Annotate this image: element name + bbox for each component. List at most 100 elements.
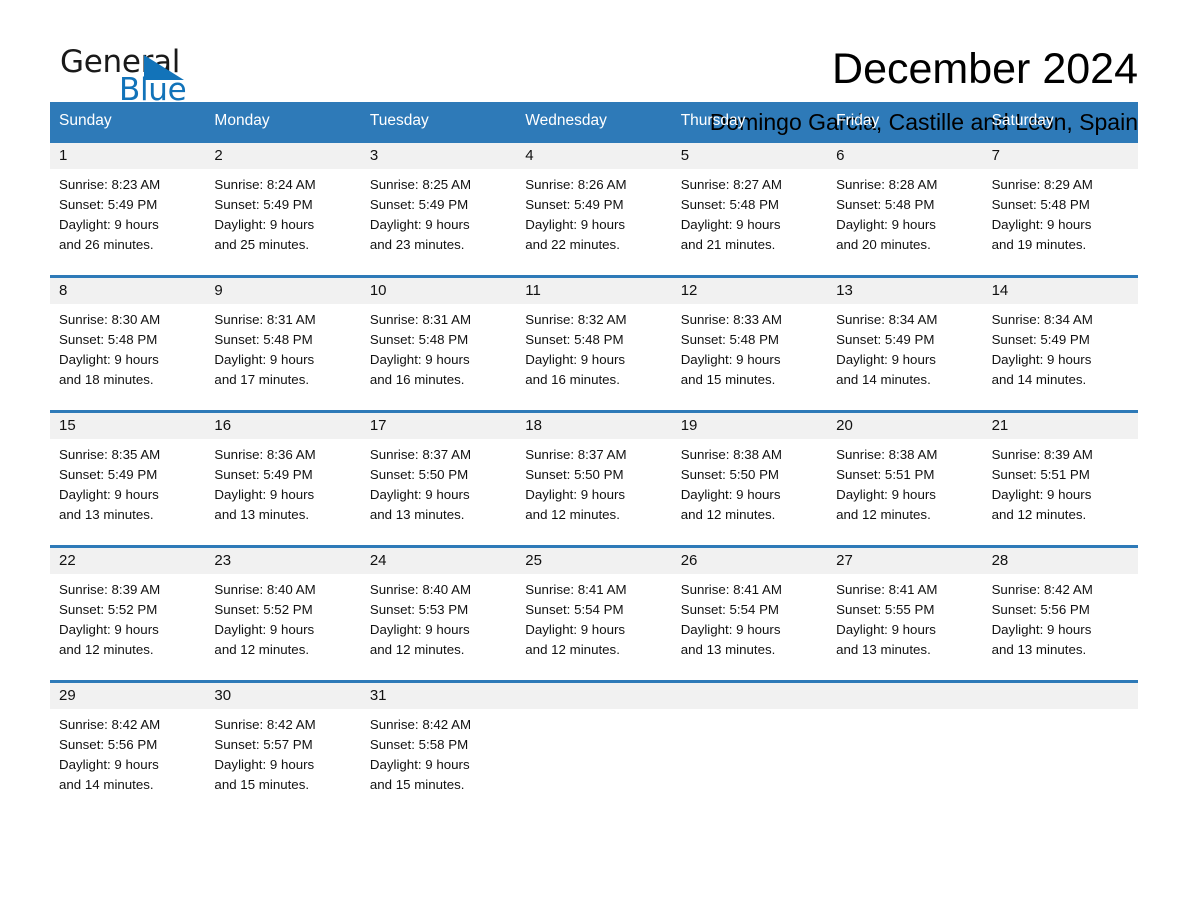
day-sunset-text: Sunset: 5:51 PM	[991, 467, 1090, 483]
day-sunrise-text: Sunrise: 8:27 AM	[680, 177, 782, 192]
day-details: Sunrise: 8:31 AM Sunset: 5:48 PM Daylight:…	[361, 304, 516, 390]
day-number: 1	[50, 143, 206, 169]
day-details: Sunrise: 8:25 AM Sunset: 5:49 PM Daylight:…	[361, 169, 516, 255]
day-cell[interactable]: 7 Sunrise: 8:29 AM Sunset: 5:48 PM Daylight…	[982, 143, 1138, 275]
day-sunset-text: Sunset: 5:58 PM	[369, 737, 469, 753]
day-daylight-line1-text: Daylight: 9 hours	[525, 352, 626, 368]
day-cell[interactable]: 12 Sunrise: 8:33 AM Sunset: 5:48 PM Dayligh…	[671, 278, 828, 410]
day-number: 26	[671, 548, 828, 574]
day-details: Sunrise: 8:23 AM Sunset: 5:49 PM Daylight:…	[50, 169, 205, 255]
day-number: 11	[516, 278, 672, 304]
day-cell[interactable]: 11 Sunrise: 8:32 AM Sunset: 5:48 PM Dayligh…	[516, 278, 672, 410]
day-daylight-line1-text: Daylight: 9 hours	[59, 622, 159, 638]
day-details: Sunrise: 8:35 AM Sunset: 5:49 PM Daylight:…	[50, 439, 205, 525]
day-sunrise-text: Sunrise: 8:34 AM	[991, 312, 1093, 327]
day-details: Sunrise: 8:39 AM Sunset: 5:52 PM Daylight:…	[50, 574, 205, 660]
day-number: 4	[516, 143, 672, 169]
day-sunrise-text: Sunrise: 8:25 AM	[369, 177, 472, 192]
day-cell[interactable]: 10 Sunrise: 8:31 AM Sunset: 5:48 PM Dayligh…	[360, 278, 517, 410]
day-cell[interactable]: 17 Sunrise: 8:37 AM Sunset: 5:50 PM Dayligh…	[360, 413, 517, 545]
day-cell[interactable]: 27 Sunrise: 8:41 AM Sunset: 5:55 PM Dayligh…	[827, 548, 983, 680]
day-cell[interactable]: 8 Sunrise: 8:30 AM Sunset: 5:48 PM Daylight…	[50, 278, 206, 410]
day-cell[interactable]: 26 Sunrise: 8:41 AM Sunset: 5:54 PM Dayligh…	[671, 548, 828, 680]
day-daylight-line2-text: and 17 minutes.	[214, 372, 310, 388]
week-row: 8 Sunrise: 8:30 AM Sunset: 5:48 PM Daylight…	[50, 275, 1138, 410]
day-cell[interactable]: 25 Sunrise: 8:41 AM Sunset: 5:54 PM Dayligh…	[516, 548, 672, 680]
day-cell[interactable]: 29 Sunrise: 8:42 AM Sunset: 5:56 PM Dayligh…	[50, 683, 206, 815]
day-sunset-text: Sunset: 5:48 PM	[836, 197, 935, 213]
day-cell-empty	[827, 683, 983, 815]
day-daylight-line2-text: and 12 minutes.	[525, 642, 620, 658]
day-daylight-line1-text: Daylight: 9 hours	[836, 352, 936, 368]
day-cell[interactable]: 24 Sunrise: 8:40 AM Sunset: 5:53 PM Dayligh…	[360, 548, 517, 680]
day-cell[interactable]: 13 Sunrise: 8:34 AM Sunset: 5:49 PM Dayligh…	[827, 278, 983, 410]
day-details: Sunrise: 8:31 AM Sunset: 5:48 PM Daylight:…	[205, 304, 360, 390]
day-daylight-line2-text: and 18 minutes.	[59, 372, 154, 388]
day-cell[interactable]: 14 Sunrise: 8:34 AM Sunset: 5:49 PM Dayligh…	[982, 278, 1138, 410]
week-row: 22 Sunrise: 8:39 AM Sunset: 5:52 PM Dayligh…	[50, 545, 1138, 680]
day-cell-empty	[516, 683, 672, 815]
day-sunset-text: Sunset: 5:54 PM	[680, 602, 780, 618]
day-cell[interactable]: 21 Sunrise: 8:39 AM Sunset: 5:51 PM Dayligh…	[982, 413, 1138, 545]
day-daylight-line1-text: Daylight: 9 hours	[680, 352, 781, 368]
calendar-table: Sunday Monday Tuesday Wednesday Thursday Frid…	[50, 102, 1138, 815]
day-number: 21	[982, 413, 1138, 439]
day-cell[interactable]: 31 Sunrise: 8:42 AM Sunset: 5:58 PM Dayligh…	[360, 683, 517, 815]
day-daylight-line2-text: and 26 minutes.	[59, 237, 154, 253]
day-sunrise-text: Sunrise: 8:31 AM	[214, 312, 316, 327]
day-cell[interactable]: 19 Sunrise: 8:38 AM Sunset: 5:50 PM Dayligh…	[671, 413, 828, 545]
day-cell[interactable]: 2 Sunrise: 8:24 AM Sunset: 5:49 PM Daylight…	[205, 143, 361, 275]
day-daylight-line1-text: Daylight: 9 hours	[991, 622, 1092, 638]
day-cell[interactable]: 18 Sunrise: 8:37 AM Sunset: 5:50 PM Dayligh…	[516, 413, 672, 545]
day-sunrise-text: Sunrise: 8:24 AM	[214, 177, 316, 192]
day-sunset-text: Sunset: 5:53 PM	[369, 602, 469, 618]
general-blue-logo[interactable]: General Blue	[50, 44, 200, 112]
day-daylight-line1-text: Daylight: 9 hours	[836, 217, 936, 233]
day-sunrise-text: Sunrise: 8:42 AM	[369, 717, 472, 732]
day-number: 2	[205, 143, 361, 169]
day-number	[827, 683, 983, 709]
day-sunrise-text: Sunrise: 8:40 AM	[214, 582, 316, 597]
day-sunset-text: Sunset: 5:49 PM	[369, 197, 469, 213]
day-daylight-line2-text: and 14 minutes.	[59, 777, 154, 793]
day-cell[interactable]: 4 Sunrise: 8:26 AM Sunset: 5:49 PM Daylight…	[516, 143, 672, 275]
day-daylight-line2-text: and 15 minutes.	[369, 777, 465, 793]
day-daylight-line2-text: and 15 minutes.	[680, 372, 776, 388]
day-cell[interactable]: 20 Sunrise: 8:38 AM Sunset: 5:51 PM Dayligh…	[827, 413, 983, 545]
day-cell[interactable]: 3 Sunrise: 8:25 AM Sunset: 5:49 PM Daylight…	[360, 143, 517, 275]
day-cell[interactable]: 23 Sunrise: 8:40 AM Sunset: 5:52 PM Dayligh…	[205, 548, 361, 680]
day-number: 12	[671, 278, 828, 304]
day-cell[interactable]: 30 Sunrise: 8:42 AM Sunset: 5:57 PM Dayligh…	[205, 683, 361, 815]
day-details: Sunrise: 8:41 AM Sunset: 5:55 PM Daylight:…	[827, 574, 982, 660]
day-daylight-line2-text: and 16 minutes.	[525, 372, 620, 388]
day-details: Sunrise: 8:34 AM Sunset: 5:49 PM Daylight:…	[827, 304, 982, 390]
day-number: 29	[50, 683, 206, 709]
day-details: Sunrise: 8:27 AM Sunset: 5:48 PM Daylight:…	[672, 169, 827, 255]
day-daylight-line2-text: and 16 minutes.	[369, 372, 465, 388]
day-sunset-text: Sunset: 5:49 PM	[525, 197, 624, 213]
day-daylight-line1-text: Daylight: 9 hours	[214, 217, 315, 233]
day-daylight-line1-text: Daylight: 9 hours	[369, 487, 470, 503]
day-sunrise-text: Sunrise: 8:39 AM	[991, 447, 1093, 462]
day-daylight-line1-text: Daylight: 9 hours	[836, 622, 936, 638]
day-cell[interactable]: 28 Sunrise: 8:42 AM Sunset: 5:56 PM Dayligh…	[982, 548, 1138, 680]
day-cell[interactable]: 1 Sunrise: 8:23 AM Sunset: 5:49 PM Daylight…	[50, 143, 206, 275]
day-number: 31	[360, 683, 517, 709]
day-details: Sunrise: 8:33 AM Sunset: 5:48 PM Daylight:…	[672, 304, 827, 390]
day-daylight-line2-text: and 13 minutes.	[991, 642, 1087, 658]
day-sunrise-text: Sunrise: 8:26 AM	[525, 177, 627, 192]
day-daylight-line2-text: and 23 minutes.	[369, 237, 465, 253]
day-cell[interactable]: 5 Sunrise: 8:27 AM Sunset: 5:48 PM Daylight…	[671, 143, 828, 275]
day-cell[interactable]: 22 Sunrise: 8:39 AM Sunset: 5:52 PM Dayligh…	[50, 548, 206, 680]
day-cell[interactable]: 16 Sunrise: 8:36 AM Sunset: 5:49 PM Dayligh…	[205, 413, 361, 545]
day-sunrise-text: Sunrise: 8:32 AM	[525, 312, 627, 327]
day-daylight-line1-text: Daylight: 9 hours	[59, 757, 159, 773]
day-sunset-text: Sunset: 5:49 PM	[59, 467, 158, 483]
day-daylight-line1-text: Daylight: 9 hours	[525, 217, 626, 233]
day-daylight-line1-text: Daylight: 9 hours	[836, 487, 936, 503]
day-cell[interactable]: 9 Sunrise: 8:31 AM Sunset: 5:48 PM Daylight…	[205, 278, 361, 410]
day-cell[interactable]: 15 Sunrise: 8:35 AM Sunset: 5:49 PM Dayligh…	[50, 413, 206, 545]
day-sunrise-text: Sunrise: 8:37 AM	[369, 447, 472, 462]
day-sunrise-text: Sunrise: 8:42 AM	[991, 582, 1093, 597]
day-cell[interactable]: 6 Sunrise: 8:28 AM Sunset: 5:48 PM Daylight…	[827, 143, 983, 275]
